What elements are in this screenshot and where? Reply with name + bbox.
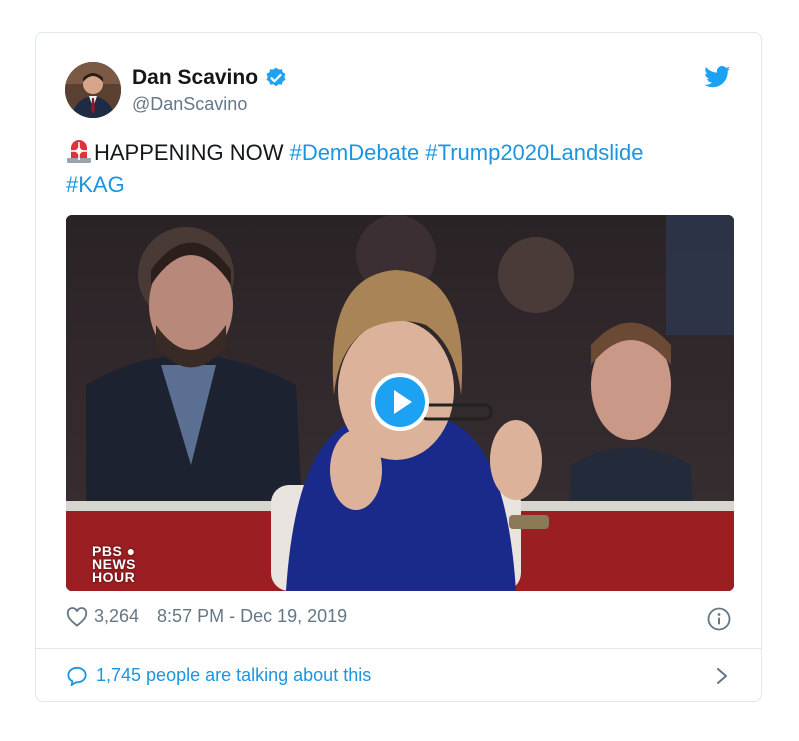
info-icon[interactable] bbox=[707, 607, 731, 631]
hashtag-link[interactable]: #DemDebate bbox=[290, 140, 420, 165]
play-button-icon[interactable] bbox=[371, 373, 429, 431]
tweet-card: Dan Scavino @DanScavino HAPPENING NOW #D… bbox=[35, 32, 762, 702]
comment-bubble-icon bbox=[67, 666, 87, 686]
hashtag-link[interactable]: #Trump2020Landslide bbox=[425, 140, 643, 165]
hashtag-link[interactable]: #KAG bbox=[66, 172, 125, 197]
twitter-bird-icon[interactable] bbox=[704, 66, 731, 88]
tweet-meta: 3,264 8:57 PM - Dec 19, 2019 bbox=[66, 606, 347, 627]
tweet-text: HAPPENING NOW #DemDebate #Trump2020Lands… bbox=[66, 137, 726, 201]
like-count[interactable]: 3,264 bbox=[94, 606, 139, 627]
video-watermark: PBS ● NEWS HOUR bbox=[92, 544, 136, 585]
heart-icon[interactable] bbox=[66, 606, 88, 627]
tweet-body-text: HAPPENING NOW bbox=[94, 140, 290, 165]
author-name-row[interactable]: Dan Scavino bbox=[132, 66, 288, 90]
conversation-link[interactable]: 1,745 people are talking about this bbox=[66, 665, 371, 686]
tweet-timestamp[interactable]: 8:57 PM - Dec 19, 2019 bbox=[157, 606, 347, 627]
talking-about-text[interactable]: 1,745 people are talking about this bbox=[96, 665, 371, 686]
rotating-light-icon bbox=[67, 140, 91, 163]
video-player[interactable]: PBS ● NEWS HOUR bbox=[66, 215, 734, 591]
author-handle[interactable]: @DanScavino bbox=[132, 94, 247, 115]
avatar-image bbox=[65, 62, 121, 118]
chevron-right-icon[interactable] bbox=[716, 667, 728, 685]
divider bbox=[36, 648, 761, 649]
display-name[interactable]: Dan Scavino bbox=[132, 66, 258, 90]
avatar[interactable] bbox=[65, 62, 121, 118]
verified-badge-icon bbox=[266, 67, 286, 87]
watermark-line: HOUR bbox=[92, 569, 136, 585]
